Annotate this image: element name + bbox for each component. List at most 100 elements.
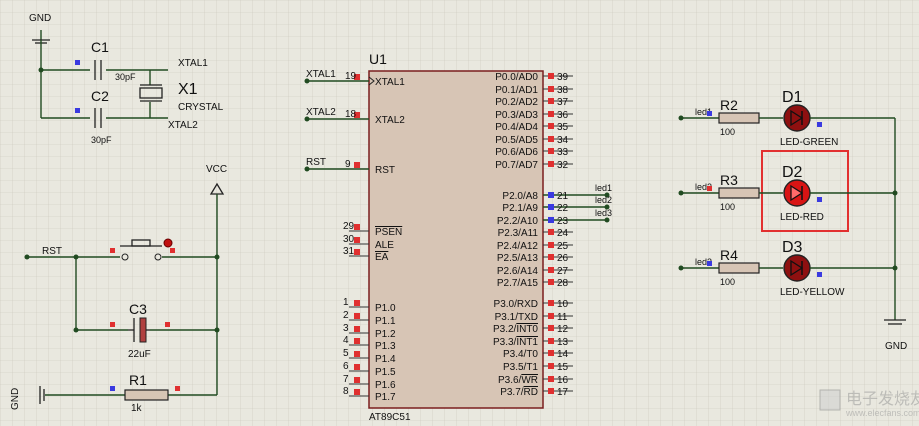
mcu-pin-number: 27	[557, 266, 569, 277]
pin-state-r1-left	[110, 386, 115, 391]
vcc-label: VCC	[206, 164, 227, 175]
pin-state-indicator	[354, 162, 360, 168]
pin-state-indicator	[354, 313, 360, 319]
mcu-pin-number: 32	[557, 160, 569, 171]
mcu-pin-name: P1.0	[375, 303, 396, 314]
mcu-pin-number: 14	[557, 349, 569, 360]
pin-state-c1	[75, 60, 80, 65]
mcu-pin-number: 8	[343, 386, 349, 397]
mcu-part: AT89C51	[369, 412, 411, 423]
mcu-pin-number: 15	[557, 362, 569, 373]
mcu-pin-name: EA	[375, 252, 389, 263]
resistor-r2[interactable]	[718, 112, 760, 124]
mcu-pin-name: P3.0/RXD	[494, 299, 538, 310]
resistor-r4[interactable]	[718, 262, 760, 274]
pin-state-indicator	[548, 363, 554, 369]
x1-ref: X1	[178, 81, 198, 98]
mcu-ref: U1	[369, 51, 387, 67]
rst-net-label: RST	[42, 246, 62, 257]
mcu-pin-number: 24	[557, 228, 569, 239]
pin-state-indicator	[548, 313, 554, 319]
resistor-r1[interactable]	[124, 389, 169, 401]
pin-state-indicator	[817, 122, 822, 127]
r1-ref: R1	[129, 372, 147, 388]
mcu-pin-number: 16	[557, 375, 569, 386]
resistor-r3[interactable]	[718, 187, 760, 199]
mcu-pin-number: 34	[557, 135, 569, 146]
mcu-pin-name: P2.5/A13	[497, 253, 539, 264]
pin-state-indicator	[548, 254, 554, 260]
pin-state-indicator	[548, 86, 554, 92]
mcu-pin-number: 12	[557, 324, 569, 335]
pin-state-r1-right	[175, 386, 180, 391]
mcu-pin-number: 25	[557, 241, 569, 252]
mcu-pin-number: 2	[343, 310, 349, 321]
pin-state-indicator	[548, 98, 554, 104]
mcu-pin-name: P1.4	[375, 354, 396, 365]
mcu-pin-name: P0.7/AD7	[495, 160, 538, 171]
mcu-pin-name: P0.1/AD1	[495, 85, 538, 96]
mcu-pin-name: P3.1/TXD	[495, 312, 538, 323]
pin-state-indicator	[548, 267, 554, 273]
mcu-pin-number: 31	[343, 246, 355, 257]
mcu-pin-name: P1.2	[375, 329, 396, 340]
mcu-pin-name: P2.6/A14	[497, 266, 539, 277]
pin-state-btn-left	[110, 248, 115, 253]
mcu-pin-number: 18	[345, 109, 357, 120]
led-ref: D2	[782, 164, 803, 181]
resistor-value: 100	[720, 277, 735, 287]
mcu-pin-name: P2.7/A15	[497, 278, 539, 289]
resistor-value: 100	[720, 202, 735, 212]
led-type: LED-YELLOW	[780, 287, 845, 298]
mcu-pin-name: P2.2/A10	[497, 216, 539, 227]
mcu-pin-name: P3.7/RD	[500, 387, 538, 398]
pin-state-indicator	[707, 261, 712, 266]
mcu-pin-name: P0.3/AD3	[495, 110, 538, 121]
pin-state-indicator	[548, 192, 554, 198]
mcu-pin-number: 23	[557, 216, 569, 227]
mcu-pin-name: P1.1	[375, 316, 396, 327]
watermark-url: www.elecfans.com	[845, 408, 919, 418]
led-d3[interactable]	[783, 254, 811, 282]
mcu-pin-name: P2.4/A12	[497, 241, 539, 252]
pin-state-indicator	[548, 123, 554, 129]
resistor-ref: R4	[720, 247, 738, 263]
mcu-pin-number: 1	[343, 297, 349, 308]
mcu-pin-number: 3	[343, 323, 349, 334]
mcu-pin-number: 10	[557, 299, 569, 310]
mcu-pin-name: P1.7	[375, 392, 396, 403]
mcu-pin-name: XTAL1	[375, 77, 405, 88]
gnd-label-left: GND	[10, 388, 21, 410]
mcu-pin-number: 26	[557, 253, 569, 264]
mcu-pin-name: P0.4/AD4	[495, 122, 538, 133]
mcu-pin-name: P2.0/A8	[502, 191, 538, 202]
pin-state-indicator	[817, 272, 822, 277]
mcu-pin-number: 17	[557, 387, 569, 398]
led2-net-mcu: led2	[595, 195, 612, 205]
mcu-pin-number: 9	[345, 159, 351, 170]
mcu-pin-name: P3.5/T1	[503, 362, 538, 373]
mcu-pin-number: 11	[557, 312, 568, 323]
pin-state-indicator	[548, 350, 554, 356]
pin-state-indicator	[548, 325, 554, 331]
pin-state-indicator	[354, 300, 360, 306]
pin-state-indicator	[354, 389, 360, 395]
c3-ref: C3	[129, 301, 147, 317]
pin-state-indicator	[548, 242, 554, 248]
pin-state-indicator	[707, 186, 712, 191]
pin-state-indicator	[548, 338, 554, 344]
c3-value: 22uF	[128, 349, 151, 360]
pin-state-indicator	[354, 326, 360, 332]
pin-state-indicator	[548, 376, 554, 382]
led-d1[interactable]	[783, 104, 811, 132]
mcu-pin-number: 39	[557, 72, 569, 83]
pin-state-indicator	[548, 136, 554, 142]
led-type: LED-RED	[780, 212, 824, 223]
pin-state-indicator	[548, 111, 554, 117]
rst-net-dot	[24, 254, 30, 260]
xtal2-net-mcu: XTAL2	[306, 107, 336, 118]
mcu-pin-number: 6	[343, 361, 349, 372]
xtal2-net-bottom: XTAL2	[168, 120, 198, 131]
gnd-label-right: GND	[885, 341, 907, 352]
gnd-label-top: GND	[29, 13, 51, 24]
